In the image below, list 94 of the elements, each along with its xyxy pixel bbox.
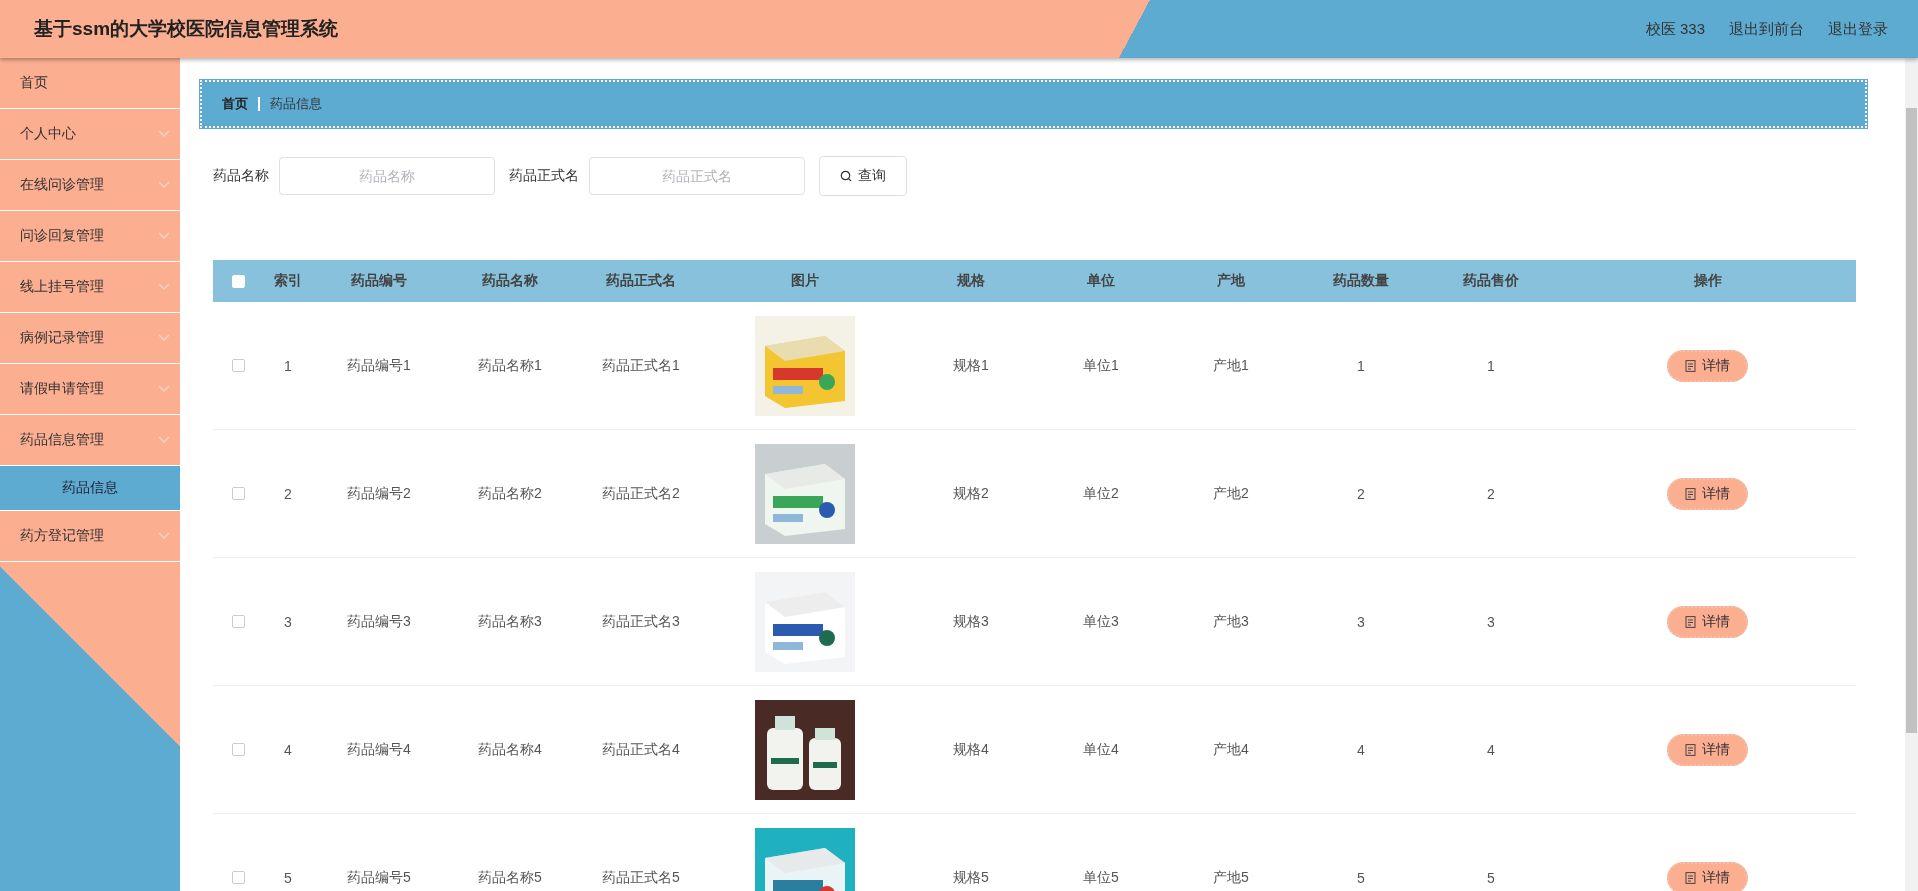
row-checkbox[interactable] bbox=[231, 871, 245, 884]
column-header: 单位 bbox=[1087, 272, 1115, 290]
chevron-icon bbox=[158, 385, 170, 393]
column-header: 药品正式名 bbox=[606, 272, 676, 290]
document-icon bbox=[1685, 359, 1696, 372]
column-header: 规格 bbox=[957, 272, 985, 290]
scrollbar[interactable] bbox=[1905, 58, 1918, 891]
table-cell: 4 bbox=[1357, 741, 1365, 758]
field-label: 药品名称 bbox=[213, 167, 269, 185]
detail-button[interactable]: 详情 bbox=[1667, 477, 1748, 510]
table-cell: 产地2 bbox=[1213, 484, 1249, 503]
column-header: 索引 bbox=[274, 272, 302, 290]
table-cell: 药品编号3 bbox=[347, 612, 411, 631]
table-cell: 1 bbox=[1487, 357, 1495, 374]
table-cell: 药品正式名3 bbox=[602, 612, 680, 631]
table-cell: 4 bbox=[1487, 741, 1495, 758]
detail-button[interactable]: 详情 bbox=[1667, 733, 1748, 766]
table-cell: 药品正式名4 bbox=[602, 740, 680, 759]
chevron-icon bbox=[158, 181, 170, 189]
table-cell: 2 bbox=[1487, 485, 1495, 502]
table-cell: 单位2 bbox=[1083, 484, 1119, 503]
column-header: 药品数量 bbox=[1333, 272, 1389, 290]
column-header: 产地 bbox=[1217, 272, 1245, 290]
table-cell: 规格4 bbox=[953, 740, 989, 759]
chevron-icon bbox=[158, 130, 170, 138]
table-cell: 单位3 bbox=[1083, 612, 1119, 631]
table-cell: 5 bbox=[1357, 869, 1365, 886]
table-cell: 药品名称4 bbox=[478, 740, 542, 759]
table-cell: 3 bbox=[1357, 613, 1365, 630]
breadcrumb-item[interactable]: 首页 bbox=[222, 95, 248, 113]
row-checkbox[interactable] bbox=[231, 743, 245, 756]
column-header: 图片 bbox=[791, 272, 819, 290]
search-field[interactable]: 药品名称 bbox=[279, 157, 495, 195]
document-icon bbox=[1685, 487, 1696, 500]
row-checkbox[interactable] bbox=[231, 487, 245, 500]
table-cell: 规格1 bbox=[953, 356, 989, 375]
table-cell: 单位5 bbox=[1083, 868, 1119, 887]
chevron-icon bbox=[158, 232, 170, 240]
header-link[interactable]: 退出登录 bbox=[1828, 19, 1888, 39]
document-icon bbox=[1685, 615, 1696, 628]
table-cell: 1 bbox=[284, 357, 292, 374]
table-cell: 药品编号2 bbox=[347, 484, 411, 503]
app-title: 基于ssm的大学校医院信息管理系统 bbox=[34, 17, 339, 41]
table-cell: 单位1 bbox=[1083, 356, 1119, 375]
detail-button[interactable]: 详情 bbox=[1667, 605, 1748, 638]
column-header: 药品编号 bbox=[351, 272, 407, 290]
search-button[interactable]: 查询 bbox=[819, 156, 907, 196]
header-link[interactable]: 退出到前台 bbox=[1729, 19, 1804, 39]
table-cell: 5 bbox=[284, 869, 292, 886]
chevron-icon bbox=[158, 436, 170, 444]
table-cell: 3 bbox=[1487, 613, 1495, 630]
header-link[interactable]: 校医 333 bbox=[1645, 19, 1705, 39]
table-cell: 药品编号5 bbox=[347, 868, 411, 887]
search-icon bbox=[840, 170, 852, 182]
table-cell: 药品编号4 bbox=[347, 740, 411, 759]
table-cell: 药品名称2 bbox=[478, 484, 542, 503]
table-cell: 规格3 bbox=[953, 612, 989, 631]
detail-button[interactable]: 详情 bbox=[1667, 861, 1748, 891]
column-header: 药品名称 bbox=[482, 272, 538, 290]
table-cell: 产地3 bbox=[1213, 612, 1249, 631]
table-cell: 单位4 bbox=[1083, 740, 1119, 759]
table-cell: 药品正式名5 bbox=[602, 868, 680, 887]
breadcrumb-item[interactable]: 药品信息 bbox=[270, 95, 322, 113]
select-all-checkbox[interactable] bbox=[231, 274, 245, 288]
table-cell: 5 bbox=[1487, 869, 1495, 886]
table-cell: 2 bbox=[1357, 485, 1365, 502]
table-cell: 药品名称5 bbox=[478, 868, 542, 887]
table-cell: 规格5 bbox=[953, 868, 989, 887]
document-icon bbox=[1685, 871, 1696, 884]
table-cell: 药品名称1 bbox=[478, 356, 542, 375]
table-cell: 规格2 bbox=[953, 484, 989, 503]
table-cell: 4 bbox=[284, 741, 292, 758]
detail-button[interactable]: 详情 bbox=[1667, 349, 1748, 382]
table-cell: 药品名称3 bbox=[478, 612, 542, 631]
row-checkbox[interactable] bbox=[231, 359, 245, 372]
row-checkbox[interactable] bbox=[231, 615, 245, 628]
table-cell: 3 bbox=[284, 613, 292, 630]
table-cell: 产地5 bbox=[1213, 868, 1249, 887]
chevron-icon bbox=[158, 532, 170, 540]
chevron-icon bbox=[158, 283, 170, 291]
table-cell: 1 bbox=[1357, 357, 1365, 374]
table-cell: 2 bbox=[284, 485, 292, 502]
table-cell: 产地4 bbox=[1213, 740, 1249, 759]
sidebar-subitem[interactable]: 药品信息 bbox=[0, 466, 180, 511]
column-header: 操作 bbox=[1693, 272, 1722, 290]
table-cell: 产地1 bbox=[1213, 356, 1249, 375]
search-field[interactable]: 药品正式名 bbox=[589, 157, 805, 195]
chevron-icon bbox=[158, 334, 170, 342]
table-cell: 药品正式名1 bbox=[602, 356, 680, 375]
document-icon bbox=[1685, 743, 1696, 756]
table-cell: 药品编号1 bbox=[347, 356, 411, 375]
table-cell: 药品正式名2 bbox=[602, 484, 680, 503]
field-label: 药品正式名 bbox=[509, 167, 579, 185]
column-header: 药品售价 bbox=[1463, 272, 1519, 290]
